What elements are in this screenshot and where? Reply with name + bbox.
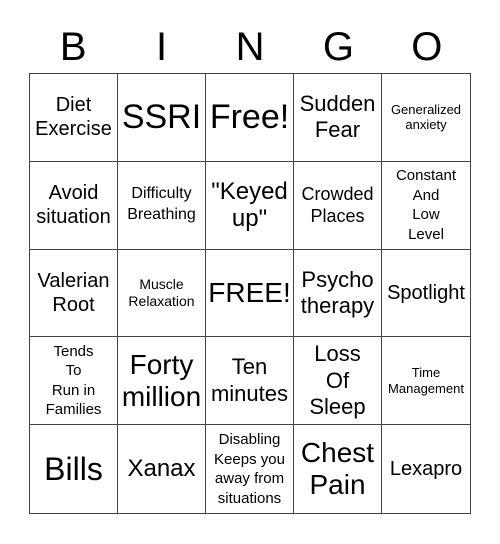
bingo-header: B I N G O bbox=[29, 22, 471, 72]
bingo-grid: Diet Exercise SSRI Free! Sudden Fear Gen… bbox=[29, 73, 471, 514]
bingo-cell[interactable]: Sudden Fear bbox=[294, 74, 382, 162]
bingo-cell[interactable]: Bills bbox=[30, 425, 118, 513]
bingo-cell[interactable]: Difficulty Breathing bbox=[118, 161, 206, 250]
header-letter-o: O bbox=[411, 25, 443, 69]
bingo-cell[interactable]: SSRI bbox=[118, 74, 206, 162]
bingo-cell[interactable]: "Keyed up" bbox=[206, 161, 294, 250]
bingo-cell[interactable]: Forty million bbox=[118, 337, 206, 426]
bingo-cell[interactable]: Avoid situation bbox=[30, 161, 118, 250]
bingo-cell[interactable]: Muscle Relaxation bbox=[118, 249, 206, 338]
bingo-cell[interactable]: Xanax bbox=[118, 425, 206, 513]
bingo-cell[interactable]: Psycho therapy bbox=[294, 249, 382, 338]
bingo-cell[interactable]: Diet Exercise bbox=[30, 74, 118, 162]
bingo-free-cell[interactable]: FREE! bbox=[206, 249, 294, 338]
bingo-cell[interactable]: Ten minutes bbox=[206, 337, 294, 426]
header-letter-n: N bbox=[235, 25, 265, 69]
bingo-cell[interactable]: Time Management bbox=[382, 337, 470, 426]
bingo-cell[interactable]: Generalized anxiety bbox=[382, 74, 470, 162]
bingo-cell[interactable]: Constant And Low Level bbox=[382, 162, 470, 250]
bingo-cell[interactable]: Lexapro bbox=[382, 425, 470, 513]
header-letter-g: G bbox=[322, 25, 354, 69]
header-letter-b: B bbox=[59, 25, 87, 69]
header-letter-i: I bbox=[156, 25, 168, 69]
bingo-cell[interactable]: Chest Pain bbox=[294, 425, 382, 513]
bingo-cell[interactable]: Free! bbox=[206, 74, 294, 162]
bingo-cell[interactable]: Disabling Keeps you away from situations bbox=[206, 425, 294, 513]
bingo-cell[interactable]: Valerian Root bbox=[30, 249, 118, 338]
bingo-cell[interactable]: Spotlight bbox=[382, 250, 470, 338]
bingo-cell[interactable]: Crowded Places bbox=[294, 161, 382, 250]
bingo-cell[interactable]: Tends To Run in Families bbox=[30, 337, 118, 426]
bingo-cell[interactable]: Loss Of Sleep bbox=[294, 337, 382, 426]
